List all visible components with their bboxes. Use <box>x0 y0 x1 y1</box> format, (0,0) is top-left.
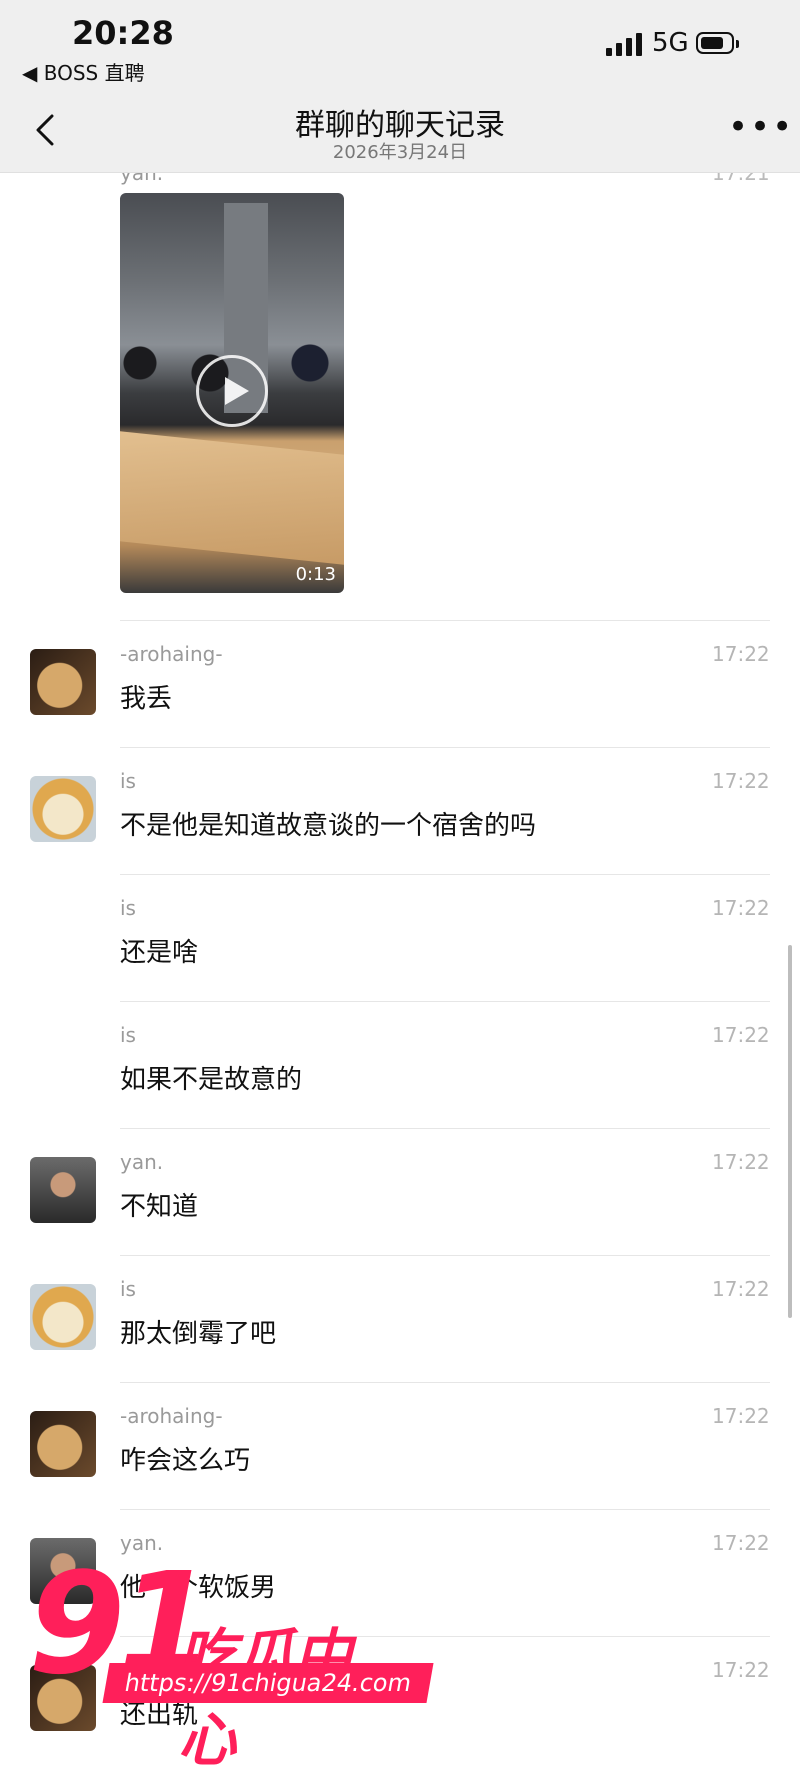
list-item[interactable]: -arohaing- 17:22 我丢 <box>0 620 800 748</box>
message-time: 17:22 <box>712 896 770 920</box>
message-sender: is <box>120 769 136 793</box>
video-duration: 0:13 <box>295 564 336 585</box>
message-sender: -arohaing- <box>120 1404 223 1428</box>
person-avatar[interactable] <box>30 1157 96 1223</box>
message-text: 还是啥 <box>120 938 199 968</box>
watermark-logo: 91 吃瓜中心 https://91chigua24.com <box>28 1555 434 1774</box>
message-time: 17:22 <box>712 1150 770 1174</box>
message-time: 17:22 <box>712 642 770 666</box>
message-time: 17:22 <box>712 1531 770 1555</box>
battery-icon <box>696 32 739 54</box>
message-time: 17:22 <box>712 1277 770 1301</box>
message-time: 17:21 <box>712 173 770 185</box>
signal-icon <box>606 32 644 56</box>
video-message[interactable]: 0:13 <box>120 193 344 593</box>
message-sender: is <box>120 1277 136 1301</box>
list-item[interactable]: yan. 17:22 不知道 <box>0 1128 800 1256</box>
message-sender: -arohaing- <box>120 642 223 666</box>
message-sender: yan. <box>120 173 164 185</box>
message-time: 17:22 <box>712 1404 770 1428</box>
message-text: 不是他是知道故意谈的一个宿舍的吗 <box>120 811 537 841</box>
chat-record-header: 群聊的聊天记录 2026年3月24日 ••• <box>0 92 800 173</box>
chat-record-list[interactable]: yan. 17:21 0:13 -arohaing- 17:22 我丢 is 1… <box>0 173 800 1732</box>
message-time: 17:22 <box>712 1658 770 1682</box>
list-item[interactable]: is 17:22 那太倒霉了吧 <box>0 1255 800 1383</box>
message-time: 17:22 <box>712 769 770 793</box>
list-item[interactable]: is 17:22 不是他是知道故意谈的一个宿舍的吗 <box>0 747 800 875</box>
message-text: 如果不是故意的 <box>120 1065 303 1095</box>
message-time: 17:22 <box>712 1023 770 1047</box>
watermark-url: https://91chigua24.com <box>102 1663 434 1703</box>
back-to-app-link[interactable]: ◀ BOSS 直聘 <box>22 57 145 86</box>
kitten-avatar[interactable] <box>30 776 96 842</box>
kitten-avatar[interactable] <box>30 1284 96 1350</box>
list-item[interactable]: is 17:22 如果不是故意的 <box>0 1001 800 1129</box>
message-text: 我丢 <box>120 684 173 714</box>
status-time: 20:28 <box>72 14 174 52</box>
cat-avatar[interactable] <box>30 1411 96 1477</box>
page-subtitle: 2026年3月24日 <box>332 142 468 163</box>
scrollbar[interactable] <box>788 945 792 1318</box>
message-sender: yan. <box>120 1150 164 1174</box>
message-text: 那太倒霉了吧 <box>120 1319 277 1349</box>
status-bar: 20:28 ◀ BOSS 直聘 5G <box>0 0 800 92</box>
more-dots-icon[interactable]: ••• <box>728 110 792 144</box>
message-sender: is <box>120 1023 136 1047</box>
list-item[interactable]: -arohaing- 17:22 咋会这么巧 <box>0 1382 800 1510</box>
cat-avatar[interactable] <box>30 649 96 715</box>
network-type: 5G <box>652 28 689 58</box>
message-sender: is <box>120 896 136 920</box>
list-item[interactable]: is 17:22 还是啥 <box>0 874 800 1002</box>
message-text: 不知道 <box>120 1192 199 1222</box>
play-icon[interactable] <box>196 355 268 427</box>
message-text: 咋会这么巧 <box>120 1446 251 1476</box>
